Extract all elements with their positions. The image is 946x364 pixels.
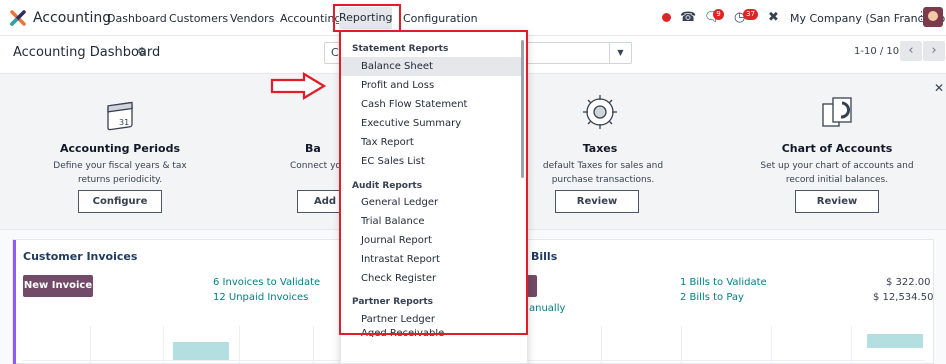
bills-to-pay-link[interactable]: 2 Bills to Pay xyxy=(680,292,744,303)
menu-item-journal-report[interactable]: Journal Report xyxy=(341,231,521,250)
chart-of-accounts-icon xyxy=(822,97,852,127)
pager-next-icon[interactable]: › xyxy=(923,41,945,61)
chart-baseline xyxy=(491,360,925,361)
menu-accounting[interactable]: Accounting xyxy=(280,12,341,25)
taxes-gear-icon xyxy=(583,95,617,129)
svg-text:31: 31 xyxy=(119,118,129,127)
section-header-partner-reports: Partner Reports xyxy=(352,297,434,307)
search-options-caret-icon[interactable]: ▼ xyxy=(609,43,631,63)
pager-prev-icon[interactable]: ‹ xyxy=(900,41,922,61)
onboarding-title: Ba xyxy=(305,142,321,155)
menu-item-aged-receivable[interactable]: Aged Receivable xyxy=(341,329,521,337)
bills-to-pay-amount: $ 12,534.50 xyxy=(873,292,934,303)
menu-item-tax-report[interactable]: Tax Report xyxy=(341,133,521,152)
pager-value[interactable]: 1-10 / 10 xyxy=(854,46,899,57)
menu-item-cash-flow-statement[interactable]: Cash Flow Statement xyxy=(341,95,521,114)
onboarding-title: Chart of Accounts xyxy=(781,142,893,155)
menu-configuration[interactable]: Configuration xyxy=(403,12,478,25)
menu-vendors[interactable]: Vendors xyxy=(230,12,274,25)
activity-badge: 37 xyxy=(743,9,758,20)
review-chart-button[interactable]: Review xyxy=(795,190,879,213)
chart-gridline xyxy=(601,326,602,364)
card-options-kebab-icon[interactable]: ⋮ xyxy=(916,9,927,22)
menu-item-profit-and-loss[interactable]: Profit and Loss xyxy=(341,76,521,95)
menu-item-executive-summary[interactable]: Executive Summary xyxy=(341,114,521,133)
accounting-app-icon[interactable] xyxy=(10,10,26,26)
upload-manually-link[interactable]: anually xyxy=(529,303,565,314)
close-icon[interactable]: ✕ xyxy=(934,81,944,95)
chart-baseline xyxy=(23,360,341,361)
chart-bar[interactable] xyxy=(173,342,229,360)
menu-item-intrastat-report[interactable]: Intrastat Report xyxy=(341,250,521,269)
new-invoice-button[interactable]: New Invoice xyxy=(23,275,93,297)
chat-badge: 9 xyxy=(713,9,724,20)
unpaid-invoices-link[interactable]: 12 Unpaid Invoices xyxy=(213,292,308,303)
menu-item-general-ledger[interactable]: General Ledger xyxy=(341,193,521,212)
menu-reporting[interactable]: Reporting xyxy=(339,7,392,29)
chart-gridline xyxy=(313,326,314,364)
chart-gridline xyxy=(681,326,682,364)
menu-item-balance-sheet[interactable]: Balance Sheet xyxy=(341,57,521,76)
card-title[interactable]: Customer Invoices xyxy=(23,250,137,263)
onboarding-title: Accounting Periods xyxy=(59,142,181,155)
debug-tools-icon[interactable]: ✖ xyxy=(768,10,779,25)
menu-customers[interactable]: Customers xyxy=(169,12,228,25)
menu-item-trial-balance[interactable]: Trial Balance xyxy=(341,212,521,231)
bills-card: Bills anually 1 Bills to Validate $ 322.… xyxy=(480,239,934,364)
onboarding-desc: Define your fiscal years & tax returns p… xyxy=(53,161,187,185)
chart-gridline xyxy=(239,326,240,364)
phone-icon[interactable]: ☎ xyxy=(680,10,696,25)
chart-gridline xyxy=(90,326,91,364)
onboarding-desc: default Taxes for sales and purchase tra… xyxy=(542,161,664,185)
section-header-statement-reports: Statement Reports xyxy=(352,44,449,54)
annotation-arrow-icon xyxy=(270,72,326,100)
invoices-to-validate-link[interactable]: 6 Invoices to Validate xyxy=(213,277,320,288)
bills-to-validate-amount: $ 322.00 xyxy=(886,277,931,288)
chart-bar[interactable] xyxy=(867,334,923,348)
chart-gridline xyxy=(771,326,772,364)
menu-dashboard[interactable]: Dashboard xyxy=(107,12,167,25)
menu-item-ec-sales-list[interactable]: EC Sales List xyxy=(341,152,521,171)
configure-button[interactable]: Configure xyxy=(78,190,162,213)
app-name[interactable]: Accounting xyxy=(33,10,111,26)
bills-to-validate-link[interactable]: 1 Bills to Validate xyxy=(680,277,767,288)
onboarding-desc: Set up your chart of accounts and record… xyxy=(760,161,914,185)
chart-gridline xyxy=(163,326,164,364)
onboarding-title: Taxes xyxy=(582,142,618,155)
journal-color-bar xyxy=(13,240,16,364)
search-text: C xyxy=(331,46,339,59)
dropdown-scrollbar[interactable] xyxy=(521,40,524,178)
review-taxes-button[interactable]: Review xyxy=(555,190,639,213)
menu-item-partner-ledger[interactable]: Partner Ledger xyxy=(341,310,521,329)
new-bill-button[interactable] xyxy=(527,275,537,297)
calendar-icon: 31 xyxy=(107,101,133,131)
menu-item-check-register[interactable]: Check Register xyxy=(341,269,521,288)
card-title[interactable]: Bills xyxy=(531,250,557,263)
recording-indicator-icon[interactable] xyxy=(662,13,671,22)
gear-icon[interactable]: ⚙ xyxy=(137,45,147,58)
chart-gridline xyxy=(851,326,852,364)
section-header-audit-reports: Audit Reports xyxy=(352,181,423,191)
customer-invoices-card: Customer Invoices New Invoice 6 Invoices… xyxy=(12,239,342,364)
